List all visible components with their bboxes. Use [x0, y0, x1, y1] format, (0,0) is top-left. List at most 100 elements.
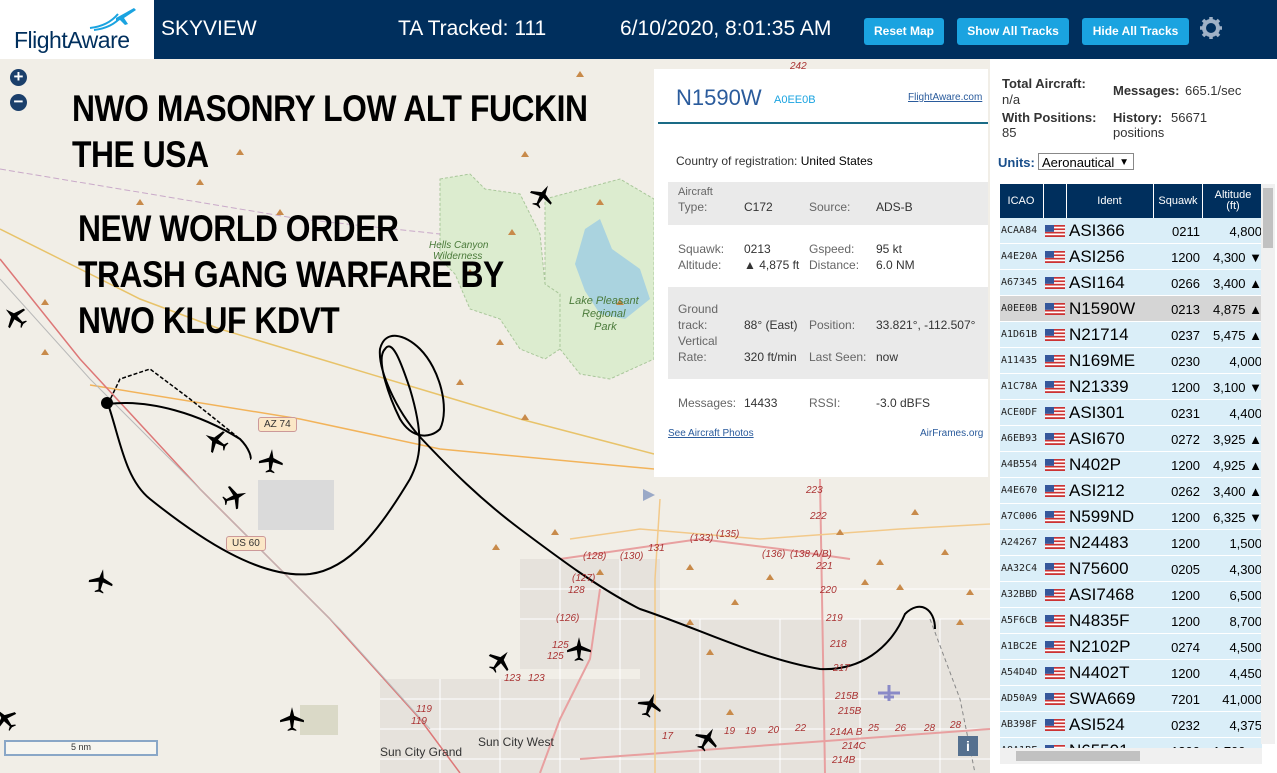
table-row[interactable]: AD50A9 SWA669 7201 41,000	[1000, 686, 1262, 712]
cell-squawk: 1200	[1171, 250, 1200, 265]
column-squawk[interactable]: Squawk	[1153, 184, 1202, 218]
us-flag-icon	[1045, 381, 1065, 393]
position-label: Position:	[809, 318, 856, 332]
table-row[interactable]: A4B554 N402P 1200 4,925 ▲	[1000, 452, 1262, 478]
detail-ident: N1590W	[676, 85, 762, 110]
table-row[interactable]: A7C006 N599ND 1200 6,325 ▼	[1000, 504, 1262, 530]
table-vertical-scrollbar[interactable]	[1261, 184, 1275, 744]
table-row[interactable]: AA32C4 N75600 0205 4,300	[1000, 556, 1262, 582]
altitude-label: Altitude:	[678, 258, 722, 272]
cell-squawk: 0205	[1171, 562, 1200, 577]
overlay-line: NWO KLUF KDVT	[78, 300, 340, 341]
aircraft-list-panel: Total Aircraft: n/a Messages: 665.1/sec …	[990, 59, 1277, 773]
messages-value: 14433	[744, 396, 778, 410]
cell-altitude: 4,450	[1229, 666, 1262, 681]
svg-text:222: 222	[809, 511, 827, 522]
aircraft-marker[interactable]	[487, 648, 513, 674]
us-flag-icon	[1045, 667, 1065, 679]
country-of-registration: Country of registration: United States	[676, 154, 873, 168]
aircraft-marker[interactable]	[2, 304, 28, 330]
cell-ident: N1590W	[1069, 299, 1136, 318]
table-row[interactable]: A1C78A N21339 1200 3,100 ▼	[1000, 374, 1262, 400]
us-flag-icon	[1045, 641, 1065, 653]
us-flag-icon	[1045, 303, 1065, 315]
table-row[interactable]: A24267 N24483 1200 1,500	[1000, 530, 1262, 556]
vertical-rate-label-1: Vertical	[678, 334, 718, 348]
airframes-link[interactable]: AirFrames.org	[920, 428, 983, 439]
cell-squawk: 0211	[1172, 224, 1200, 239]
aircraft-photos-link[interactable]: See Aircraft Photos	[668, 428, 754, 439]
flightaware-link[interactable]: FlightAware.com	[908, 92, 982, 103]
squawk-value: 0213	[744, 242, 771, 256]
aircraft-marker[interactable]	[694, 726, 720, 752]
detail-block-squawk: Squawk: 0213 Gspeed: 95 kt Altitude: ▲ 4…	[668, 225, 988, 277]
source-label: Source:	[809, 200, 851, 214]
table-row[interactable]: ACAA84 ASI366 0211 4,800	[1000, 218, 1262, 244]
flightaware-logo[interactable]: FlightAware	[0, 0, 154, 59]
cell-squawk: 1200	[1171, 510, 1200, 525]
table-row[interactable]: AB398F ASI524 0232 4,375	[1000, 712, 1262, 738]
detail-divider	[658, 122, 988, 124]
aircraft-marker[interactable]	[203, 428, 229, 454]
table-row[interactable]: A4E20A ASI256 1200 4,300 ▼	[1000, 244, 1262, 270]
zoom-in-button[interactable]: +	[10, 68, 27, 86]
svg-text:119: 119	[416, 704, 432, 715]
cell-ident: ASI7468	[1069, 585, 1135, 604]
overlay-line: NWO MASONRY LOW ALT FUCKIN	[72, 88, 588, 129]
table-row[interactable]: A1D61B N21714 0237 5,475 ▲	[1000, 322, 1262, 348]
aircraft-marker[interactable]	[637, 692, 663, 718]
cell-squawk: 0230	[1171, 354, 1200, 369]
svg-text:128: 128	[568, 585, 585, 596]
column-flag[interactable]	[1043, 184, 1067, 218]
map-label-wilderness: Wilderness	[433, 251, 483, 262]
table-vertical-scroll-thumb[interactable]	[1263, 188, 1273, 248]
table-row[interactable]: A1BC2E N2102P 0274 4,500	[1000, 634, 1262, 660]
aircraft-type-label-2: Type:	[678, 200, 708, 214]
column-altitude[interactable]: Altitude (ft)	[1202, 184, 1263, 218]
table-row[interactable]: ACE0DF ASI301 0231 4,400	[1000, 400, 1262, 426]
table-row[interactable]: A11435 N169ME 0230 4,000	[1000, 348, 1262, 374]
cell-altitude: 4,800	[1229, 224, 1262, 239]
table-row[interactable]: A6EB93 ASI670 0272 3,925 ▲	[1000, 426, 1262, 452]
cell-icao: A6EB93	[1001, 433, 1038, 444]
position-value: 33.821°, -112.507°	[876, 318, 976, 332]
cell-icao: A1C78A	[1001, 381, 1038, 392]
svg-text:131: 131	[648, 543, 665, 554]
ground-track-label-1: Ground	[678, 302, 719, 316]
cell-ident: SWA669	[1069, 689, 1136, 708]
cell-squawk: 1200	[1171, 614, 1200, 629]
column-icao[interactable]: ICAO	[1000, 184, 1042, 218]
table-row[interactable]: A32BBD ASI7468 1200 6,500	[1000, 582, 1262, 608]
cell-squawk: 0237	[1171, 328, 1200, 343]
zoom-out-button[interactable]: −	[10, 93, 27, 111]
aircraft-marker[interactable]	[0, 706, 18, 732]
table-row[interactable]: A0EE0B N1590W 0213 4,875 ▲	[1000, 296, 1262, 322]
cell-altitude: 4,500	[1229, 640, 1262, 655]
detail-block-messages: Messages: 14433 RSSI: -3.0 dBFS	[668, 379, 988, 419]
table-row[interactable]: A54D4D N4402T 1200 4,450	[1000, 660, 1262, 686]
aircraft-marker[interactable]	[566, 636, 592, 662]
info-button[interactable]: i	[958, 736, 978, 756]
svg-text:125: 125	[547, 651, 564, 662]
table-row[interactable]: A5F6CB N4835F 1200 8,700	[1000, 608, 1262, 634]
table-horizontal-scroll-thumb[interactable]	[1016, 751, 1140, 761]
svg-text:215B: 215B	[834, 691, 859, 702]
reset-map-button[interactable]: Reset Map	[864, 18, 944, 45]
aircraft-marker[interactable]	[258, 448, 284, 474]
cell-altitude: 4,300 ▼	[1212, 250, 1262, 265]
aircraft-marker[interactable]	[279, 706, 305, 732]
aircraft-marker[interactable]	[222, 484, 248, 510]
hide-all-tracks-button[interactable]: Hide All Tracks	[1082, 18, 1189, 45]
units-select[interactable]: Aeronautical ▼	[1038, 153, 1134, 170]
cell-altitude: 1,500	[1229, 536, 1262, 551]
aircraft-marker[interactable]	[529, 183, 555, 209]
show-all-tracks-button[interactable]: Show All Tracks	[957, 18, 1069, 45]
table-row[interactable]: A4E670 ASI212 0262 3,400 ▲	[1000, 478, 1262, 504]
cell-icao: A5F6CB	[1001, 615, 1038, 626]
aircraft-marker[interactable]	[88, 568, 114, 594]
gear-icon[interactable]	[1199, 16, 1223, 40]
column-ident[interactable]: Ident	[1067, 184, 1152, 218]
cell-icao: A24267	[1001, 537, 1038, 548]
svg-text:20: 20	[767, 725, 780, 736]
table-row[interactable]: A67345 ASI164 0266 3,400 ▲	[1000, 270, 1262, 296]
